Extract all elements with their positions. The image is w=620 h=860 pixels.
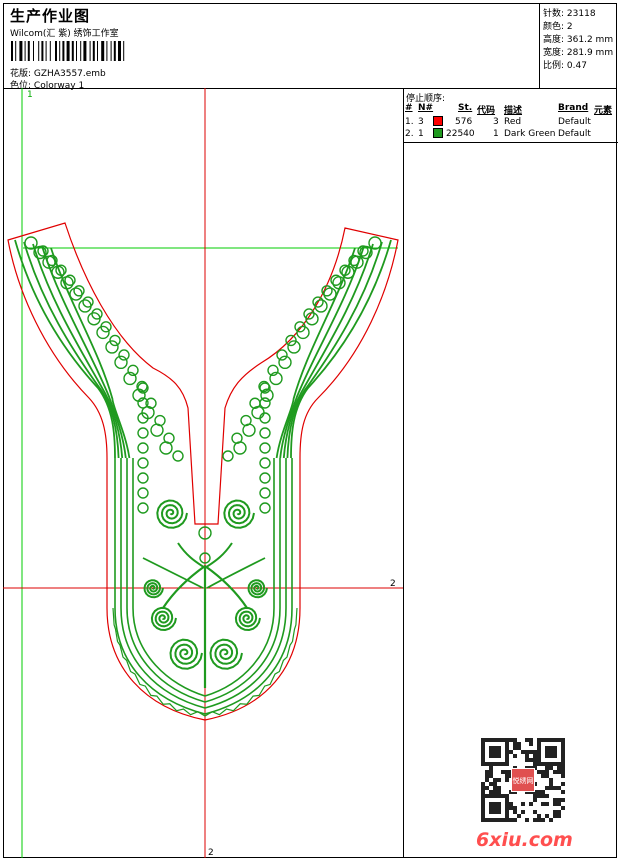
barcode [11, 41, 125, 61]
row2-description: Dark Green [504, 129, 556, 139]
row2-color-swatch [433, 128, 443, 138]
stat-stitches: 针数: 23118 [543, 9, 596, 19]
col-element: 元素 [594, 106, 613, 116]
company-name: Wilcom(汇 紫) 绣饰工作室 [10, 29, 119, 39]
col-index: # [405, 103, 413, 113]
stat-width: 宽度: 281.9 mm [543, 48, 614, 58]
guide-label-h2: 2 [390, 579, 396, 589]
guide-label-1: 1 [27, 90, 33, 100]
row1-code: 3 [493, 117, 499, 127]
guide-label-v2: 2 [208, 848, 214, 858]
col-brand: Brand [558, 103, 589, 113]
col-description: 描述 [504, 106, 523, 116]
watermark: 6xiu.com [476, 829, 573, 851]
row1-stitches: 576 [455, 117, 473, 127]
row2-needle: 1 [418, 129, 424, 139]
row2-stitches: 22540 [446, 129, 475, 139]
row1-color-swatch [433, 116, 443, 126]
row1-index: 1. [405, 117, 414, 127]
qr-code: 悦绣网 [481, 738, 565, 822]
row2-index: 2. [405, 129, 414, 139]
qr-badge-text: 悦绣网 [513, 776, 534, 785]
header-box: 生产作业图 Wilcom(汇 紫) 绣饰工作室 花版: GZHA3557.emb… [3, 3, 540, 91]
col-stitches: St. [458, 103, 473, 113]
row2-code: 1 [493, 129, 499, 139]
col-code: 代码 [477, 106, 496, 116]
stat-scale: 比例: 0.47 [543, 61, 587, 71]
row1-description: Red [504, 117, 522, 127]
stats-box: 针数: 23118 颜色: 2 高度: 361.2 mm 宽度: 281.9 m… [539, 3, 617, 89]
row2-brand: Default [558, 129, 591, 139]
row1-brand: Default [558, 117, 591, 127]
stat-height: 高度: 361.2 mm [543, 35, 614, 45]
col-needle: N# [418, 103, 434, 113]
stitch-layer [14, 236, 392, 717]
embroidery-design: 1 2 2 [3, 88, 404, 858]
stat-colors: 颜色: 2 [543, 22, 573, 32]
page-title: 生产作业图 [10, 7, 91, 25]
table-bottom-rule [404, 142, 618, 143]
collar-outline [7, 222, 399, 721]
row1-needle: 3 [418, 117, 424, 127]
